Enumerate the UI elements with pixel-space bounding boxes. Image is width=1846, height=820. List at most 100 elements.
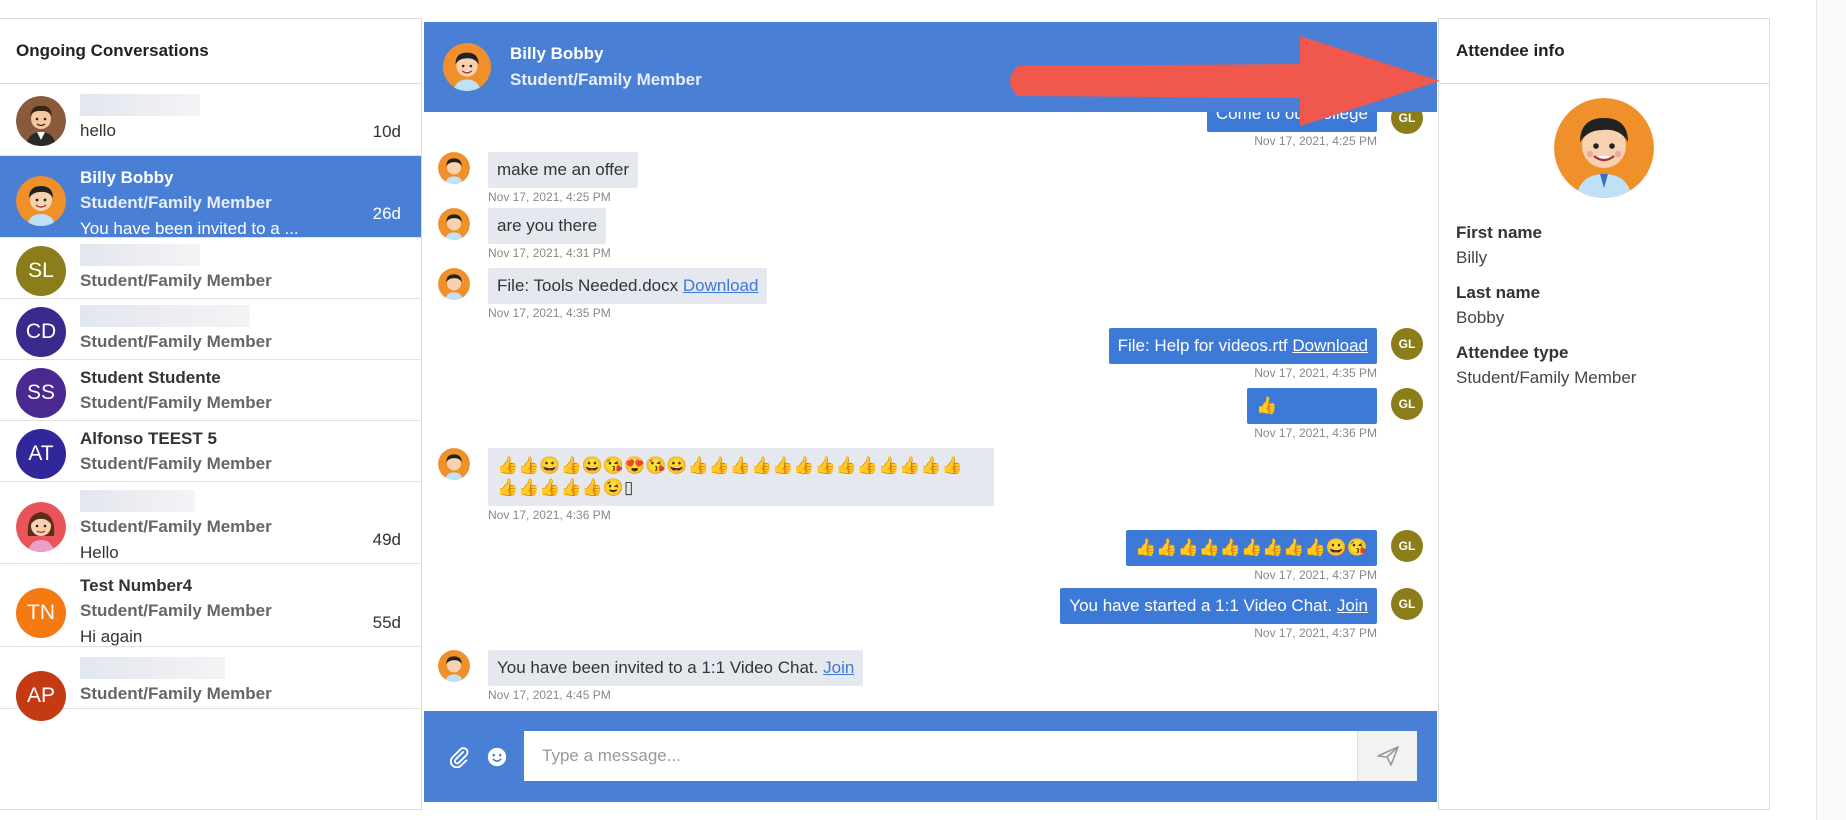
- cartoon-boy-avatar: [438, 650, 470, 682]
- message-text: You have been invited to a 1:1 Video Cha…: [497, 658, 819, 677]
- message-timestamp: Nov 17, 2021, 4:35 PM: [488, 306, 611, 320]
- message-text: File: Tools Needed.docx: [497, 276, 679, 295]
- message-timestamp: Nov 17, 2021, 4:25 PM: [488, 190, 611, 204]
- avatar-initials: GL: [1391, 588, 1423, 620]
- avatar-initials: CD: [16, 307, 66, 357]
- outgoing-message: 👍👍👍👍👍👍👍👍👍😀😘 Nov 17, 2021, 4:37 PM: [1126, 530, 1377, 583]
- message-text: You have started a 1:1 Video Chat.: [1069, 596, 1333, 615]
- join-link[interactable]: Join: [823, 658, 854, 677]
- conversation-role: Student/Family Member: [80, 454, 272, 473]
- chat-header-role: Student/Family Member: [510, 70, 702, 89]
- send-button[interactable]: [1357, 731, 1417, 781]
- incoming-message: are you there Nov 17, 2021, 4:31 PM: [488, 208, 611, 261]
- message-composer: [424, 711, 1437, 802]
- cartoon-man-avatar: [16, 96, 66, 146]
- redacted-name: [80, 244, 200, 266]
- conversation-last-message: hello: [80, 121, 116, 140]
- conversation-item[interactable]: AT Alfonso TEEST 5 Student/Family Member: [0, 421, 421, 482]
- conversation-time: 55d: [372, 613, 401, 632]
- incoming-file-message: File: Tools Needed.docx Download Nov 17,…: [488, 268, 768, 321]
- redacted-name: [80, 657, 225, 679]
- conversation-name: Student Studente: [80, 368, 221, 387]
- cartoon-boy-avatar: [438, 268, 470, 300]
- red-arrow-annotation: [1010, 36, 1440, 126]
- incoming-message: make me an offer Nov 17, 2021, 4:25 PM: [488, 152, 638, 205]
- download-link[interactable]: Download: [683, 276, 759, 295]
- message-input[interactable]: [524, 731, 1357, 781]
- last-name-label: Last name: [1456, 283, 1541, 302]
- attendee-type-label: Attendee type: [1456, 343, 1569, 362]
- chat-panel: Billy Bobby Student/Family Member Come t…: [424, 22, 1437, 802]
- cartoon-boy-avatar: [1554, 98, 1654, 198]
- conversation-item-billy-bobby[interactable]: Billy Bobby Student/Family Member You ha…: [0, 156, 421, 238]
- conversation-role: Student/Family Member: [80, 332, 272, 351]
- paperclip-icon[interactable]: [446, 744, 472, 770]
- conversation-role: Student/Family Member: [80, 517, 272, 536]
- send-icon: [1376, 746, 1399, 766]
- page-scrollbar[interactable]: [1816, 0, 1846, 820]
- message-input-wrapper: [524, 731, 1417, 781]
- chat-app: Ongoing Conversations hello 10d Billy Bo…: [0, 18, 1770, 810]
- avatar-initials: GL: [1391, 328, 1423, 360]
- attendee-info-title: Attendee info: [1439, 19, 1769, 84]
- conversation-role: Student/Family Member: [80, 271, 272, 290]
- conversation-item[interactable]: TN Test Number4 Student/Family Member Hi…: [0, 564, 421, 647]
- cartoon-woman-avatar: [16, 502, 66, 552]
- cartoon-boy-avatar: [438, 152, 470, 184]
- conversation-time: 10d: [372, 122, 401, 141]
- conversation-list-panel: Ongoing Conversations hello 10d Billy Bo…: [0, 18, 422, 810]
- conversation-name: Billy Bobby: [80, 168, 174, 187]
- attendee-type-field: Attendee type Student/Family Member: [1439, 340, 1769, 390]
- emoji-icon[interactable]: [484, 744, 510, 770]
- outgoing-video-chat-message: You have started a 1:1 Video Chat. Join …: [1060, 588, 1377, 641]
- conversation-item[interactable]: Student/Family Member Hello 49d: [0, 482, 421, 564]
- conversation-item[interactable]: SL Student/Family Member: [0, 238, 421, 299]
- first-name-field: First name Billy: [1439, 220, 1769, 270]
- download-link[interactable]: Download: [1292, 336, 1368, 355]
- redacted-name: [80, 490, 195, 512]
- conversation-last-message: Hello: [80, 543, 119, 562]
- first-name-label: First name: [1456, 223, 1542, 242]
- avatar-initials: AT: [16, 429, 66, 479]
- attendee-type-value: Student/Family Member: [1456, 368, 1637, 387]
- message-list[interactable]: Come to our college Nov 17, 2021, 4:25 P…: [424, 112, 1437, 710]
- avatar-initials: GL: [1391, 530, 1423, 562]
- incoming-message: 👍👍😀👍😀😘😍😘😀👍👍👍👍👍👍👍👍👍👍👍👍👍 👍👍👍👍👍😉▯ Nov 17, 2…: [488, 448, 994, 523]
- join-link[interactable]: Join: [1337, 596, 1368, 615]
- conversation-role: Student/Family Member: [80, 684, 272, 703]
- outgoing-file-message: File: Help for videos.rtf Download Nov 1…: [1108, 328, 1377, 381]
- message-text: 👍👍👍👍👍👍👍👍👍😀😘: [1126, 530, 1377, 566]
- conversation-name: Test Number4: [80, 576, 193, 595]
- cartoon-boy-avatar: [16, 176, 66, 226]
- avatar-initials: GL: [1391, 388, 1423, 420]
- conversation-time: 26d: [372, 204, 401, 223]
- conversation-item[interactable]: CD Student/Family Member: [0, 299, 421, 360]
- redacted-name: [80, 305, 250, 327]
- conversation-item[interactable]: AP Student/Family Member: [0, 647, 421, 721]
- outgoing-message: 👍 Nov 17, 2021, 4:36 PM: [1247, 388, 1377, 441]
- cartoon-boy-avatar: [442, 43, 492, 91]
- avatar-initials: SL: [16, 246, 66, 296]
- message-timestamp: Nov 17, 2021, 4:36 PM: [488, 508, 611, 522]
- incoming-video-chat-message: You have been invited to a 1:1 Video Cha…: [488, 650, 864, 703]
- message-timestamp: Nov 17, 2021, 4:45 PM: [488, 688, 611, 702]
- conversation-time: 49d: [372, 530, 401, 549]
- cartoon-boy-avatar: [438, 448, 470, 480]
- chat-header-name: Billy Bobby: [510, 44, 604, 63]
- message-text: File: Help for videos.rtf: [1117, 336, 1288, 355]
- message-text: 👍: [1247, 388, 1377, 424]
- conversation-role: Student/Family Member: [80, 601, 272, 620]
- conversation-item[interactable]: hello 10d: [0, 84, 421, 156]
- first-name-value: Billy: [1456, 248, 1488, 267]
- message-timestamp: Nov 17, 2021, 4:37 PM: [1254, 626, 1377, 640]
- cartoon-boy-avatar: [438, 208, 470, 240]
- message-timestamp: Nov 17, 2021, 4:35 PM: [1254, 366, 1377, 380]
- message-timestamp: Nov 17, 2021, 4:36 PM: [1254, 426, 1377, 440]
- avatar-initials: TN: [16, 588, 66, 638]
- conversation-item[interactable]: SS Student Studente Student/Family Membe…: [0, 360, 421, 421]
- conversation-list-title: Ongoing Conversations: [0, 19, 421, 84]
- message-text: make me an offer: [488, 152, 638, 188]
- last-name-value: Bobby: [1456, 308, 1505, 327]
- conversation-role: Student/Family Member: [80, 393, 272, 412]
- message-timestamp: Nov 17, 2021, 4:37 PM: [1254, 568, 1377, 582]
